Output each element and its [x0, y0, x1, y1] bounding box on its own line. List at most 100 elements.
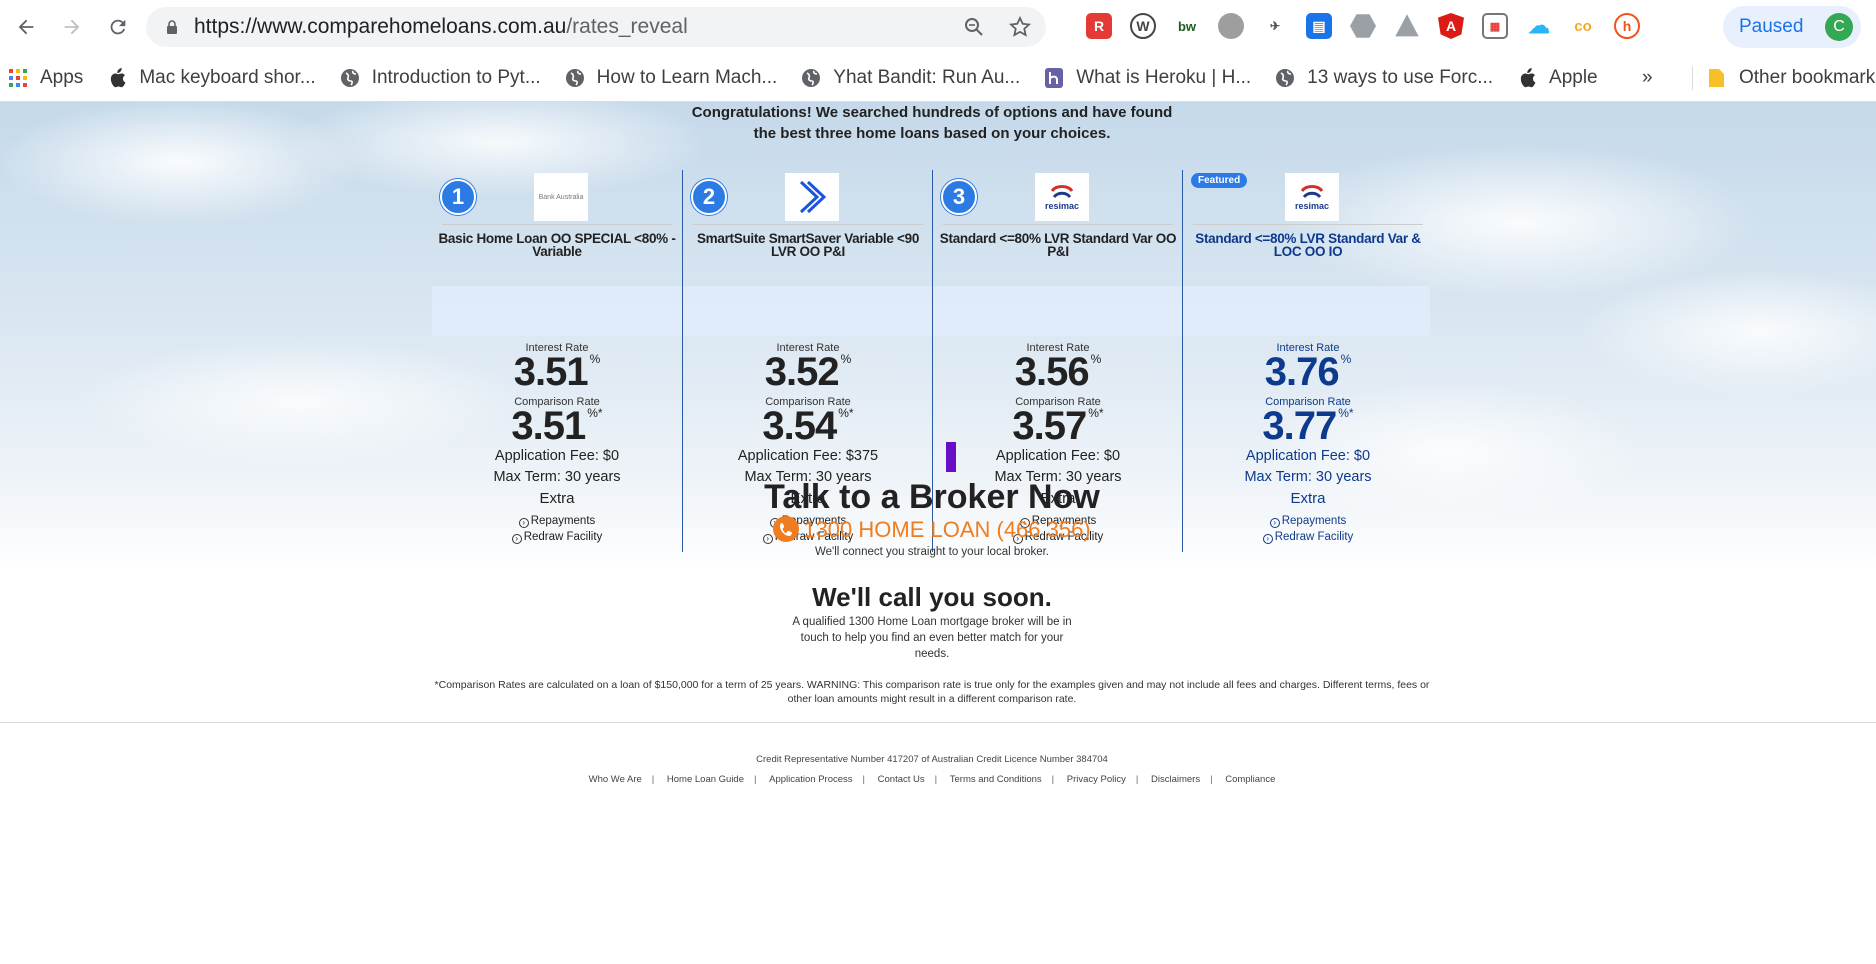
- angular-extension-icon[interactable]: A: [1438, 13, 1464, 39]
- bookmark-label: What is Heroku | H...: [1076, 66, 1252, 88]
- globe-icon: [340, 68, 360, 88]
- bookmark-label: Apple: [1549, 66, 1598, 88]
- plus-circle-icon: ›: [518, 518, 529, 528]
- rank-badge: 1: [440, 179, 476, 215]
- footer-link-who-we-are[interactable]: Who We Are: [579, 774, 652, 785]
- bookmark-label: How to Learn Mach...: [596, 66, 778, 88]
- footer-link-disclaimers[interactable]: Disclaimers: [1141, 774, 1210, 785]
- reload-button[interactable]: [98, 7, 138, 47]
- address-bar[interactable]: https://www.comparehomeloans.com.au/rate…: [146, 7, 1046, 47]
- honey-extension-icon[interactable]: h: [1614, 13, 1640, 39]
- product-name: Basic Home Loan OO SPECIAL <80% - Variab…: [438, 231, 676, 259]
- globe-icon: [565, 68, 585, 88]
- forward-arrow-icon: [64, 19, 80, 35]
- bookmark-label: Mac keyboard shor...: [139, 66, 316, 88]
- footer-link-application-process[interactable]: Application Process: [759, 774, 862, 785]
- cloud-extension-icon[interactable]: ☁: [1526, 13, 1552, 39]
- product-name: SmartSuite SmartSaver Variable <90 LVR O…: [696, 231, 920, 259]
- docs-extension-icon[interactable]: ▤: [1306, 13, 1332, 39]
- other-bookmarks[interactable]: Other bookmarks: [1692, 65, 1876, 90]
- bookmark-heroku[interactable]: What is Heroku | H...: [1044, 67, 1251, 89]
- lock-icon: [167, 20, 177, 34]
- comparison-rate-value: 3.51 %*: [511, 404, 603, 448]
- back-arrow-icon: [18, 19, 34, 35]
- cast-extension-icon[interactable]: ▦: [1482, 13, 1508, 39]
- product-name: Standard <=80% LVR Standard Var & LOC OO…: [1195, 231, 1421, 259]
- resimac-mark-icon: [1300, 185, 1324, 199]
- hexagon-extension-icon[interactable]: [1350, 14, 1376, 38]
- comparison-disclaimer: *Comparison Rates are calculated on a lo…: [434, 679, 1430, 705]
- url-path: /rates_reveal: [566, 15, 688, 38]
- zoom-icon[interactable]: [962, 15, 986, 39]
- co-extension-icon[interactable]: co: [1570, 13, 1596, 39]
- bookmark-apps[interactable]: Apps: [8, 67, 83, 89]
- chevron-logo-icon: [799, 180, 827, 214]
- heroku-icon: [1044, 67, 1064, 88]
- phone-icon: [773, 516, 800, 542]
- bookmark-label: Yhat Bandit: Run Au...: [833, 66, 1021, 88]
- gear-extension-icon[interactable]: [1218, 13, 1244, 39]
- rank-badge: 3: [941, 179, 977, 215]
- plus-circle-icon: ›: [1269, 518, 1280, 528]
- application-fee: Application Fee: $0: [1245, 448, 1371, 464]
- footer-link-home-loan-guide[interactable]: Home Loan Guide: [657, 774, 754, 785]
- footer-divider: [0, 722, 1876, 723]
- footer-separator: |: [754, 774, 757, 785]
- reload-icon: [110, 19, 126, 35]
- footer-separator: |: [651, 774, 655, 785]
- profile-button[interactable]: Paused C: [1723, 6, 1861, 48]
- logo-text: Bank Australia: [538, 193, 584, 201]
- footer-link-privacy[interactable]: Privacy Policy: [1057, 774, 1136, 785]
- star-icon[interactable]: [1008, 15, 1032, 39]
- application-fee: Application Fee: $375: [737, 448, 879, 464]
- bookmark-yhat[interactable]: Yhat Bandit: Run Au...: [801, 67, 1020, 89]
- folder-icon: [1707, 68, 1727, 88]
- intro-text: Congratulations! We searched hundreds of…: [640, 102, 1224, 144]
- broker-heading: Talk to a Broker Now: [764, 478, 1100, 516]
- card-divider: [1193, 224, 1423, 225]
- apple-icon: [1517, 67, 1537, 88]
- plus-circle-icon: ›: [511, 534, 522, 544]
- connect-text: We'll connect you straight to your local…: [814, 546, 1049, 558]
- credit-licence-text: Credit Representative Number 417207 of A…: [756, 754, 1108, 765]
- footer-link-terms[interactable]: Terms and Conditions: [940, 774, 1052, 785]
- bookmarks-bar: Apps Mac keyboard shor... Introduction t…: [0, 54, 1876, 102]
- bookmark-label: Introduction to Pyt...: [371, 66, 541, 88]
- bookmarks-overflow-button[interactable]: »: [1642, 67, 1653, 89]
- footer-link-compliance[interactable]: Compliance: [1215, 774, 1285, 785]
- bw-extension-icon[interactable]: bw: [1174, 13, 1200, 39]
- logo-text: resimac: [1294, 201, 1330, 211]
- arrow-lender-logo: [785, 173, 839, 221]
- footer-link-contact-us[interactable]: Contact Us: [868, 774, 935, 785]
- phone-link[interactable]: 1300 HOME LOAN (466 356): [600, 516, 1264, 543]
- bookmark-13-ways[interactable]: 13 ways to use Forc...: [1275, 67, 1493, 89]
- bookmark-intro-python[interactable]: Introduction to Pyt...: [340, 67, 541, 89]
- footer-separator: |: [1051, 774, 1055, 785]
- comparison-rate-value: 3.57 %*: [1012, 404, 1104, 448]
- product-name: Standard <=80% LVR Standard Var OO P&I: [939, 231, 1177, 259]
- application-fee: Application Fee: $0: [995, 448, 1121, 464]
- resimac-logo: resimac: [1285, 173, 1339, 221]
- intro-line-1: Congratulations! We searched hundreds of…: [691, 104, 1173, 121]
- bookmark-learn-ml[interactable]: How to Learn Mach...: [565, 66, 778, 89]
- comparison-rate-value: 3.54 %*: [762, 404, 854, 448]
- interest-rate-value: 3.52%: [764, 350, 852, 394]
- logo-text: resimac: [1044, 201, 1080, 211]
- card-divider: [693, 224, 923, 225]
- bird-extension-icon[interactable]: ✈: [1262, 13, 1288, 39]
- bookmark-mac-keyboard[interactable]: Mac keyboard shor...: [107, 66, 316, 89]
- readkit-extension-icon[interactable]: R: [1086, 13, 1112, 39]
- drive-extension-icon[interactable]: [1395, 14, 1419, 37]
- back-button[interactable]: [6, 7, 46, 47]
- interest-rate-value: 3.56%: [1014, 350, 1102, 394]
- bookmark-apple[interactable]: Apple: [1517, 67, 1598, 89]
- forward-button[interactable]: [52, 7, 92, 47]
- rank-badge: 2: [691, 179, 727, 215]
- apple-icon: [107, 67, 127, 88]
- browser-toolbar: https://www.comparehomeloans.com.au/rate…: [0, 0, 1876, 54]
- application-fee: Application Fee: $0: [494, 448, 620, 464]
- card-divider: [442, 224, 672, 225]
- wordpress-extension-icon[interactable]: W: [1130, 13, 1156, 39]
- intro-line-2: the best three home loans based on your …: [753, 125, 1111, 142]
- featured-badge: Featured: [1191, 173, 1248, 188]
